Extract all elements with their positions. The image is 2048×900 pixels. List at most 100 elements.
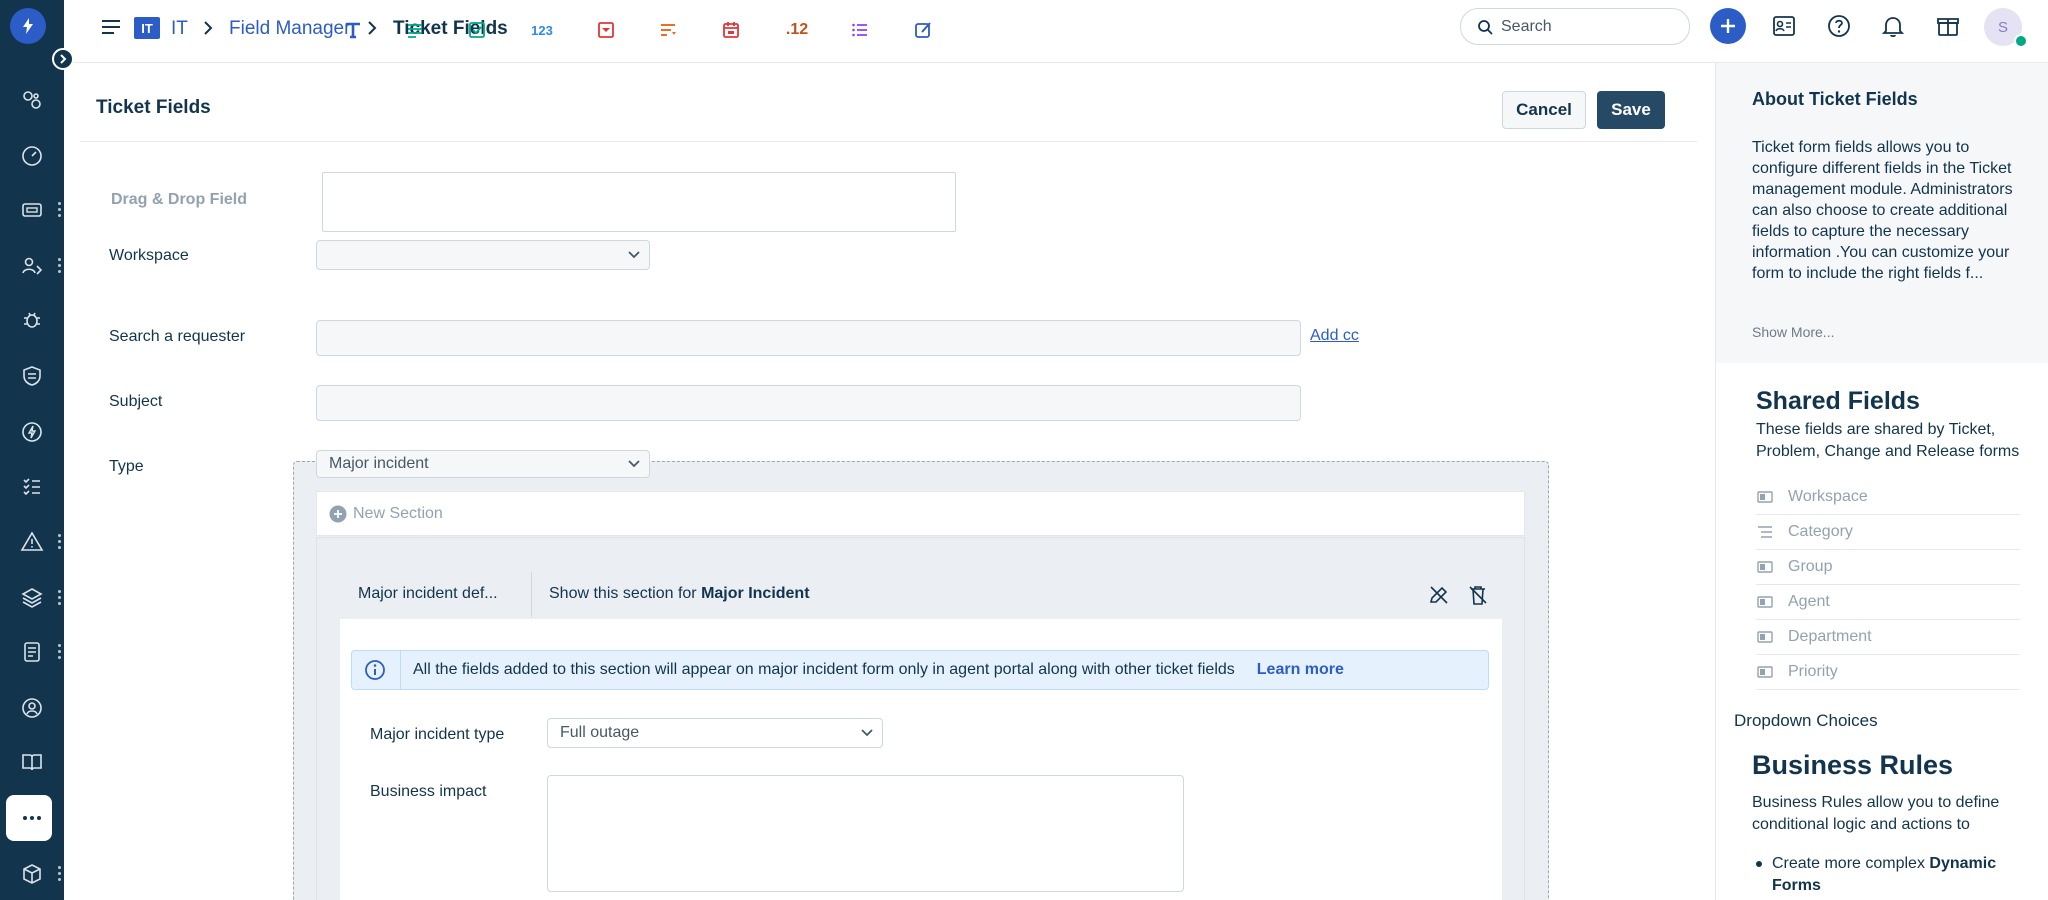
nav-item-releases[interactable] [0, 404, 64, 460]
new-item-button[interactable] [1710, 8, 1746, 44]
document-icon [24, 642, 40, 662]
page-title: Ticket Fields [96, 97, 211, 118]
freshservice-logo[interactable] [10, 8, 46, 44]
shared-field-department[interactable]: Department [1756, 620, 2020, 655]
shared-fields-title: Shared Fields [1756, 387, 1920, 415]
hamburger-menu-icon[interactable] [100, 18, 122, 41]
nav-item-alerts[interactable] [0, 514, 64, 570]
info-icon [365, 660, 385, 680]
nav-item-apps[interactable] [0, 846, 64, 900]
nav-item-analytics[interactable] [0, 128, 64, 184]
field-tag-icon [1756, 491, 1774, 503]
more-dots-icon[interactable] [58, 590, 62, 606]
shared-field-agent[interactable]: Agent [1756, 585, 2020, 620]
drag-drop-label: Drag & Drop Field [111, 191, 248, 208]
subject-label: Subject [109, 393, 163, 410]
search-placeholder: Search [1501, 17, 1552, 35]
shared-field-label: Department [1788, 628, 1872, 645]
business-impact-textarea[interactable] [547, 775, 1184, 892]
dropdown-icon[interactable] [594, 18, 618, 42]
edit-section-icon[interactable] [1428, 584, 1450, 611]
plus-circle-icon [329, 505, 347, 522]
search-input[interactable]: Search [1460, 8, 1690, 45]
help-icon [1828, 15, 1850, 37]
breadcrumb-separator-icon [202, 20, 214, 41]
marketplace-button[interactable] [1930, 8, 1966, 44]
multiselect-icon[interactable] [656, 18, 680, 42]
nav-item-assets[interactable] [0, 570, 64, 626]
dropdown-choices-heading: Dropdown Choices [1734, 711, 1878, 730]
requester-input[interactable] [316, 320, 1301, 356]
admin-gear-icon [22, 698, 42, 718]
section-header-divider [531, 572, 532, 617]
business-rules-desc: Business Rules allow you to define condi… [1752, 794, 2000, 833]
section-condition: Show this section for Major Incident [549, 585, 810, 603]
nav-item-dashboard[interactable] [0, 72, 64, 128]
type-select[interactable]: Major incident [316, 450, 650, 478]
show-more-link[interactable]: Show More... [1752, 324, 1834, 340]
cancel-button[interactable]: Cancel [1502, 91, 1586, 129]
breadcrumb-field-manager[interactable]: Field Manager [229, 18, 350, 40]
major-incident-type-value: Full outage [560, 724, 640, 741]
checkbox-icon[interactable] [465, 18, 489, 42]
delete-section-icon[interactable] [1467, 584, 1489, 611]
shared-field-group[interactable]: Group [1756, 550, 2020, 585]
chevron-down-icon [861, 729, 873, 737]
date-icon[interactable] [719, 18, 743, 42]
bug-icon [24, 312, 40, 328]
shared-field-workspace[interactable]: Workspace [1756, 480, 2020, 515]
cube-icon [23, 864, 41, 884]
workspace-select[interactable] [316, 240, 650, 270]
shared-field-label: Category [1788, 523, 1853, 540]
nav-item-requesters[interactable] [0, 238, 64, 294]
dependent-field-icon[interactable] [848, 18, 872, 42]
subject-input[interactable] [316, 385, 1301, 421]
chevron-right-icon [60, 54, 67, 64]
nav-item-tasks[interactable] [0, 458, 64, 514]
field-tag-icon [1756, 666, 1774, 678]
help-button[interactable] [1821, 8, 1857, 44]
type-label: Type [109, 458, 144, 475]
field-tag-icon [1756, 631, 1774, 643]
left-navigation [0, 0, 64, 900]
nav-item-admin[interactable] [0, 680, 64, 736]
shared-field-category[interactable]: Category [1756, 515, 2020, 550]
add-cc-link[interactable]: Add cc [1310, 327, 1359, 345]
more-dots-icon[interactable] [58, 258, 62, 274]
text-field-icon[interactable] [341, 18, 365, 42]
more-apps-icon[interactable] [0, 790, 64, 846]
shared-field-label: Group [1788, 558, 1833, 575]
orbit-icon [23, 91, 41, 109]
nav-item-changes[interactable] [0, 348, 64, 404]
breadcrumb-workspace[interactable]: IT [171, 18, 188, 40]
gauge-icon [22, 146, 42, 166]
paragraph-icon[interactable] [403, 18, 427, 42]
more-dots-icon[interactable] [58, 866, 62, 882]
nav-item-problems[interactable] [0, 292, 64, 348]
nav-item-solutions[interactable] [0, 734, 64, 790]
user-switch-icon [22, 257, 43, 275]
service-catalog-button[interactable] [1766, 8, 1802, 44]
nav-item-tickets[interactable] [0, 182, 64, 238]
save-button[interactable]: Save [1597, 91, 1665, 129]
more-dots-icon[interactable] [58, 534, 62, 550]
nav-item-contracts[interactable] [0, 624, 64, 680]
ticket-icon [22, 203, 42, 217]
collapse-nav-button[interactable] [52, 48, 74, 70]
major-incident-type-select[interactable]: Full outage [547, 718, 883, 748]
custom-field-icon[interactable] [911, 18, 935, 42]
notifications-button[interactable] [1875, 8, 1911, 44]
decimal-icon[interactable]: .12 [782, 18, 812, 42]
number-icon[interactable]: 123 [527, 18, 557, 42]
new-section-button[interactable]: New Section [316, 491, 1525, 536]
plus-icon [1721, 19, 1735, 33]
learn-more-link[interactable]: Learn more [1257, 661, 1344, 679]
shared-field-priority[interactable]: Priority [1756, 655, 2020, 690]
section-name[interactable]: Major incident def... [358, 585, 498, 603]
field-tag-icon [1756, 561, 1774, 573]
more-dots-icon[interactable] [58, 644, 62, 660]
field-tag-icon [1756, 596, 1774, 608]
business-impact-label: Business impact [370, 783, 487, 800]
checklist-icon [23, 478, 40, 496]
more-dots-icon[interactable] [58, 202, 62, 218]
